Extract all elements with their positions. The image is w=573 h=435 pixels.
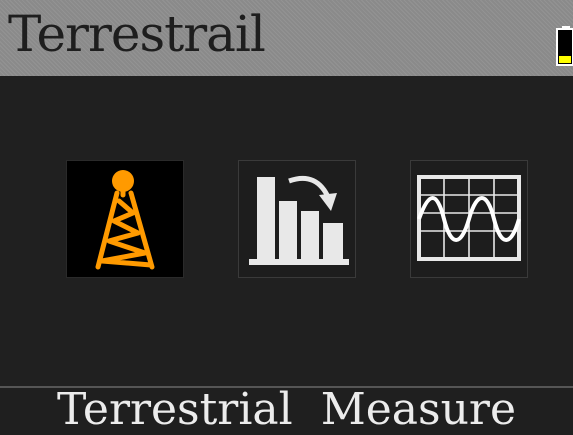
spectrum-waveform-icon	[417, 175, 521, 261]
signal-levels-icon	[249, 175, 349, 265]
menu-area	[0, 76, 573, 386]
menu-item-signal-levels[interactable]	[238, 160, 356, 278]
menu-item-terrestrial-measure[interactable]	[66, 160, 184, 278]
selected-item-label: Terrestrial Measure	[56, 384, 517, 435]
battery-low-icon	[556, 26, 573, 66]
title-bar: Terrestrail	[0, 0, 573, 76]
antenna-tower-icon	[95, 170, 155, 270]
page-title: Terrestrail	[8, 5, 266, 63]
device-screen: Terrestrail Terrestrial Measure	[0, 0, 573, 435]
status-bar: Terrestrial Measure	[0, 384, 573, 435]
menu-item-spectrum[interactable]	[410, 160, 528, 278]
